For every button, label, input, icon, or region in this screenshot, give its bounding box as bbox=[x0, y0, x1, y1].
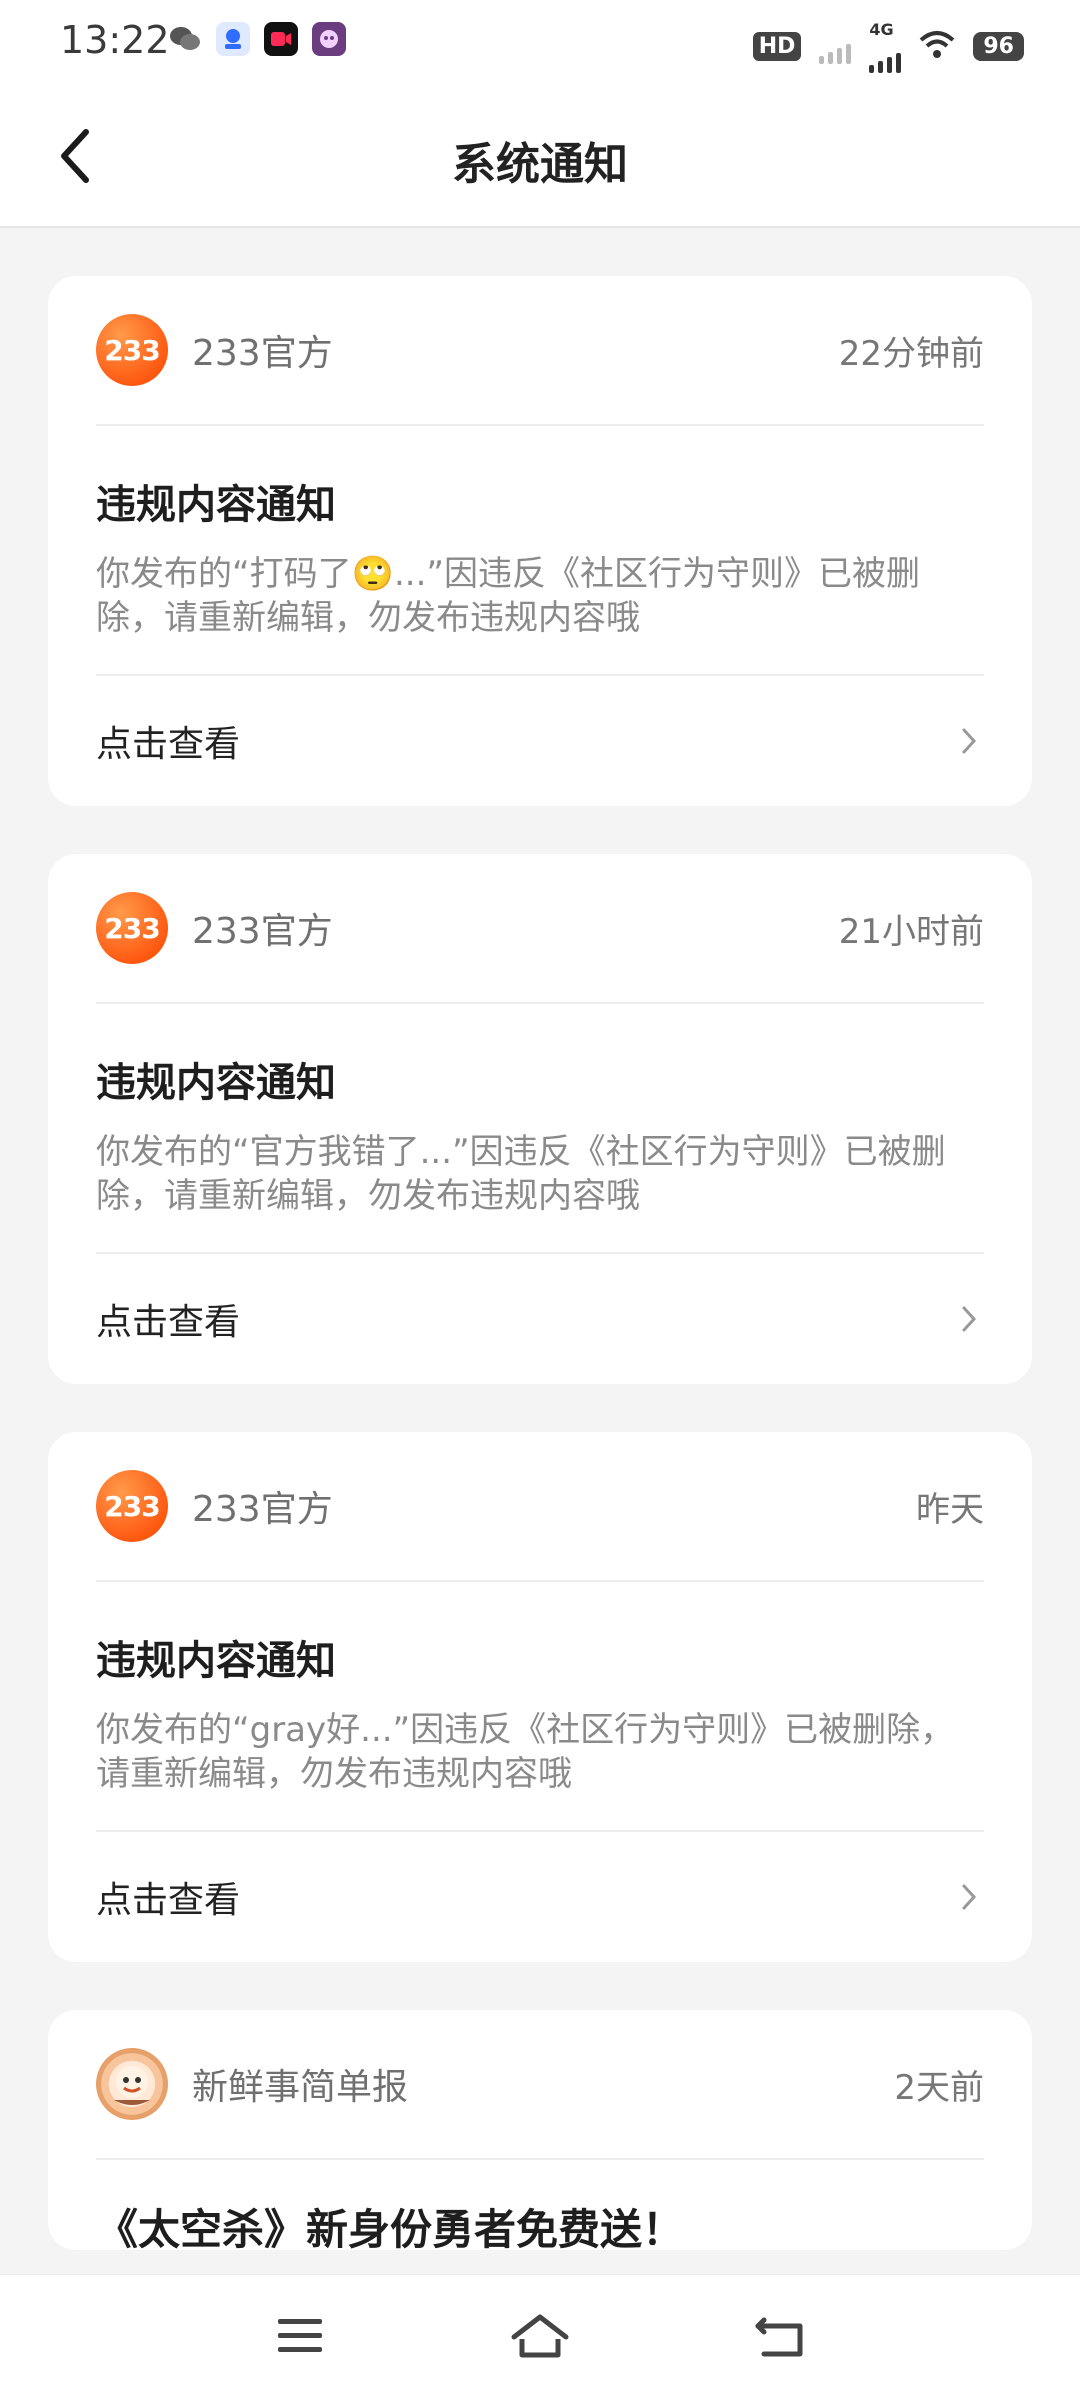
avatar: 233 bbox=[96, 892, 168, 964]
card-header: 233 233官方 昨天 bbox=[96, 1432, 984, 1582]
view-details-row[interactable]: 点击查看 bbox=[96, 676, 984, 806]
sender-name: 233官方 bbox=[192, 911, 333, 952]
app-notification-icon bbox=[216, 22, 250, 56]
status-right-icons: HD 4G 96 bbox=[752, 20, 1024, 73]
card-body: 违规内容通知 你发布的“gray好...”因违反《社区行为守则》已被删除，请重新… bbox=[96, 1582, 984, 1832]
notification-card[interactable]: 新鲜事简单报 2天前 《太空杀》新身份勇者免费送！ bbox=[48, 2010, 1032, 2250]
notification-time: 2天前 bbox=[894, 2067, 984, 2108]
notification-title: 违规内容通知 bbox=[96, 1060, 336, 1106]
notification-time: 21小时前 bbox=[838, 911, 984, 952]
network-type: 4G bbox=[869, 20, 894, 39]
chevron-right-icon bbox=[954, 1882, 984, 1912]
card-body: 违规内容通知 你发布的“官方我错了...”因违反《社区行为守则》已被删除，请重新… bbox=[96, 1004, 984, 1254]
page-title: 系统通知 bbox=[452, 139, 628, 190]
card-body: 违规内容通知 你发布的“打码了🙄...”因违反《社区行为守则》已被删除，请重新编… bbox=[96, 426, 984, 676]
notification-time: 昨天 bbox=[916, 1489, 984, 1530]
view-details-label: 点击查看 bbox=[96, 724, 241, 765]
app-header: 系统通知 bbox=[0, 86, 1080, 228]
news-avatar-icon bbox=[114, 2066, 150, 2105]
chevron-right-icon bbox=[954, 726, 984, 756]
notification-card[interactable]: 233 233官方 昨天 违规内容通知 你发布的“gray好...”因违反《社区… bbox=[48, 1432, 1032, 1962]
view-details-row[interactable]: 点击查看 bbox=[96, 1254, 984, 1384]
avatar: 233 bbox=[96, 314, 168, 386]
home-icon bbox=[511, 2314, 569, 2358]
chevron-right-icon bbox=[954, 1304, 984, 1334]
card-header: 233 233官方 21小时前 bbox=[96, 854, 984, 1004]
menu-button[interactable] bbox=[255, 2301, 345, 2371]
notification-time: 22分钟前 bbox=[838, 333, 984, 374]
card-header: 新鲜事简单报 2天前 bbox=[96, 2010, 984, 2160]
wechat-icon bbox=[168, 22, 202, 56]
avatar: 233 bbox=[96, 1470, 168, 1542]
notification-text: 你发布的“gray好...”因违反《社区行为守则》已被删除，请重新编辑，勿发布违… bbox=[96, 1710, 955, 1794]
view-details-label: 点击查看 bbox=[96, 1302, 241, 1343]
status-bar: 13:22 HD 4G 96 bbox=[0, 0, 1080, 86]
notification-text: 你发布的“打码了🙄...”因违反《社区行为守则》已被删除，请重新编辑，勿发布违规… bbox=[96, 554, 920, 638]
card-header: 233 233官方 22分钟前 bbox=[96, 276, 984, 426]
signal-icon-sim2 bbox=[819, 30, 852, 64]
game-app-icon bbox=[312, 22, 346, 56]
status-app-icons bbox=[168, 22, 346, 56]
view-details-row[interactable]: 点击查看 bbox=[96, 1832, 984, 1962]
wifi-icon bbox=[919, 30, 955, 64]
sender-name: 233官方 bbox=[192, 1489, 333, 1530]
card-body: 《太空杀》新身份勇者免费送！ bbox=[96, 2160, 984, 2250]
sender-name: 新鲜事简单报 bbox=[192, 2067, 409, 2108]
notification-text: 你发布的“官方我错了...”因违反《社区行为守则》已被删除，请重新编辑，勿发布违… bbox=[96, 1132, 946, 1216]
avatar bbox=[96, 2048, 168, 2120]
status-time: 13:22 bbox=[60, 18, 170, 62]
notification-title: 违规内容通知 bbox=[96, 482, 336, 528]
menu-icon bbox=[278, 2319, 322, 2352]
back-icon bbox=[755, 2317, 803, 2357]
video-app-icon bbox=[264, 22, 298, 56]
system-nav-bar bbox=[0, 2274, 1080, 2401]
signal-icon-sim1: 4G bbox=[869, 20, 902, 73]
sender-name: 233官方 bbox=[192, 333, 333, 374]
notification-title: 违规内容通知 bbox=[96, 1638, 336, 1684]
notification-list: 233 233官方 22分钟前 违规内容通知 你发布的“打码了🙄...”因违反《… bbox=[48, 276, 1032, 2298]
view-details-label: 点击查看 bbox=[96, 1880, 241, 1921]
notification-card[interactable]: 233 233官方 21小时前 违规内容通知 你发布的“官方我错了...”因违反… bbox=[48, 854, 1032, 1384]
back-nav-button[interactable] bbox=[735, 2301, 825, 2371]
home-button[interactable] bbox=[495, 2301, 585, 2371]
hd-icon: HD bbox=[752, 32, 802, 61]
battery-icon: 96 bbox=[973, 32, 1024, 61]
notification-title: 《太空杀》新身份勇者免费送！ bbox=[96, 2205, 685, 2250]
notification-card[interactable]: 233 233官方 22分钟前 违规内容通知 你发布的“打码了🙄...”因违反《… bbox=[48, 276, 1032, 806]
